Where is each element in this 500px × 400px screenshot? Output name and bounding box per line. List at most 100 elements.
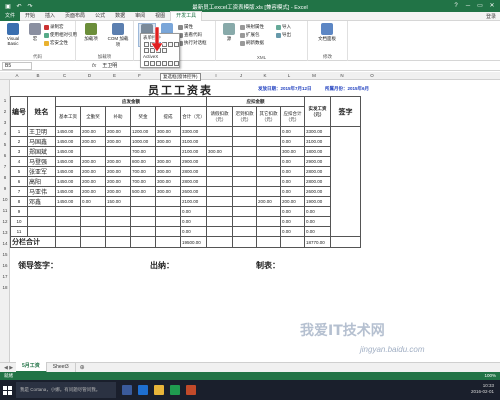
zoom-level[interactable]: 100% — [484, 372, 496, 380]
employee-no[interactable]: 10 — [10, 216, 28, 227]
value-cell[interactable] — [232, 166, 257, 177]
header-actual[interactable]: 实发工资（元） — [304, 96, 331, 127]
tab-review[interactable]: 审阅 — [130, 12, 150, 21]
button-control-icon[interactable] — [144, 42, 149, 47]
value-cell[interactable] — [155, 206, 181, 217]
value-cell[interactable] — [105, 146, 131, 157]
value-cell[interactable]: 2600.00 — [180, 186, 207, 197]
employee-name[interactable]: 邓鑫 — [27, 196, 56, 207]
value-cell[interactable]: 200.00 — [105, 126, 131, 137]
value-cell[interactable] — [232, 206, 257, 217]
employee-name[interactable]: 马亚伟 — [27, 186, 56, 197]
value-cell[interactable]: 0.00 — [280, 156, 305, 167]
value-cell[interactable]: 1450.00 — [55, 166, 81, 177]
activex-combo-icon[interactable] — [150, 61, 155, 66]
row-header[interactable]: 12 — [0, 219, 10, 224]
windows-start-icon[interactable] — [0, 380, 14, 400]
value-cell[interactable]: 0.00 — [304, 226, 331, 237]
value-cell[interactable] — [80, 146, 106, 157]
value-cell[interactable] — [206, 136, 233, 147]
tab-formulas[interactable]: 公式 — [90, 12, 110, 21]
value-cell[interactable] — [232, 216, 257, 227]
tab-developer[interactable]: 开发工具 — [170, 11, 203, 21]
formula-input[interactable]: 王卫明 — [102, 62, 117, 69]
tab-data[interactable]: 数据 — [110, 12, 130, 21]
value-cell[interactable]: 0.00 — [180, 226, 207, 237]
macro-button[interactable]: 宏 — [26, 23, 44, 42]
run-dialog-button[interactable]: 执行对话框 — [178, 40, 207, 46]
value-cell[interactable] — [206, 216, 233, 227]
value-cell[interactable] — [232, 186, 257, 197]
value-cell[interactable] — [130, 206, 156, 217]
value-cell[interactable]: 0.00 — [280, 226, 305, 237]
value-cell[interactable]: 2100.00 — [180, 146, 207, 157]
employee-no[interactable]: 1 — [10, 126, 28, 137]
total-sum[interactable]: 19500.00 — [180, 236, 207, 248]
employee-name[interactable]: 张亚军 — [27, 166, 56, 177]
row-header[interactable]: 1 — [0, 98, 10, 103]
row-header[interactable]: 4 — [0, 131, 10, 136]
row-header[interactable]: 15 — [0, 252, 10, 257]
empty-cell[interactable] — [105, 236, 131, 248]
value-cell[interactable] — [155, 196, 181, 207]
value-cell[interactable]: 1450.00 — [55, 156, 81, 167]
row-header[interactable]: 9 — [0, 186, 10, 191]
row-header[interactable]: 10 — [0, 197, 10, 202]
value-cell[interactable]: 3100.00 — [180, 136, 207, 147]
close-icon[interactable]: ✕ — [486, 0, 498, 12]
value-cell[interactable] — [55, 226, 81, 237]
value-cell[interactable]: 150.00 — [105, 196, 131, 207]
activex-listbox-icon[interactable] — [162, 61, 167, 66]
row-header[interactable]: 11 — [0, 208, 10, 213]
help-icon[interactable]: ? — [450, 0, 462, 12]
value-cell[interactable]: 200.00 — [80, 176, 106, 187]
value-cell[interactable]: 2900.00 — [180, 156, 207, 167]
value-cell[interactable] — [206, 166, 233, 177]
value-cell[interactable]: 2800.00 — [304, 166, 331, 177]
document-panel-button[interactable]: 文档面板 — [318, 23, 336, 42]
row-header[interactable]: 2 — [0, 109, 10, 114]
column-header[interactable]: I — [203, 72, 229, 80]
value-cell[interactable]: 800.00 — [130, 156, 156, 167]
value-cell[interactable]: 0.00 — [280, 206, 305, 217]
file-explorer-icon[interactable] — [154, 385, 164, 395]
total-label[interactable]: 分栏合计 — [10, 236, 56, 248]
value-cell[interactable]: 700.00 — [130, 146, 156, 157]
value-cell[interactable]: 0.00 — [304, 206, 331, 217]
column-header[interactable]: A — [10, 72, 24, 80]
value-cell[interactable]: 2800.00 — [180, 166, 207, 177]
subheader-cell[interactable]: 基本工资 — [55, 106, 81, 127]
sheet-nav-icon[interactable]: ◀ ▶ — [4, 365, 16, 371]
value-cell[interactable] — [206, 156, 233, 167]
value-cell[interactable] — [155, 226, 181, 237]
xml-source-button[interactable]: 源 — [220, 23, 238, 42]
value-cell[interactable]: 3300.00 — [180, 126, 207, 137]
macro-security-button[interactable]: 宏安全性 — [44, 40, 68, 46]
row-header[interactable]: 8 — [0, 175, 10, 180]
value-cell[interactable]: 1800.00 — [304, 146, 331, 157]
employee-name[interactable]: 马国鑫 — [27, 136, 56, 147]
employee-no[interactable]: 8 — [10, 196, 28, 207]
value-cell[interactable]: 200.00 — [80, 166, 106, 177]
column-header[interactable]: C — [52, 72, 77, 80]
column-header[interactable]: E — [102, 72, 127, 80]
value-cell[interactable]: 0.00 — [80, 196, 106, 207]
value-cell[interactable]: 300.00 — [155, 136, 181, 147]
row-header[interactable]: 17 — [0, 274, 10, 279]
employee-name[interactable] — [27, 206, 56, 217]
import-button[interactable]: 导入 — [276, 24, 291, 30]
addins-button[interactable]: 加载项 — [82, 23, 100, 42]
minimize-icon[interactable]: ─ — [462, 0, 474, 12]
value-cell[interactable]: 1450.00 — [55, 126, 81, 137]
employee-no[interactable]: 11 — [10, 226, 28, 237]
value-cell[interactable]: 500.00 — [130, 186, 156, 197]
empty-cell[interactable] — [256, 236, 281, 248]
value-cell[interactable]: 1450.00 — [55, 146, 81, 157]
value-cell[interactable]: 1450.00 — [55, 186, 81, 197]
value-cell[interactable]: 1450.00 — [55, 136, 81, 147]
value-cell[interactable] — [232, 136, 257, 147]
employee-no[interactable]: 7 — [10, 186, 28, 197]
value-cell[interactable] — [256, 186, 281, 197]
empty-cell[interactable] — [130, 236, 156, 248]
employee-name[interactable] — [27, 226, 56, 237]
